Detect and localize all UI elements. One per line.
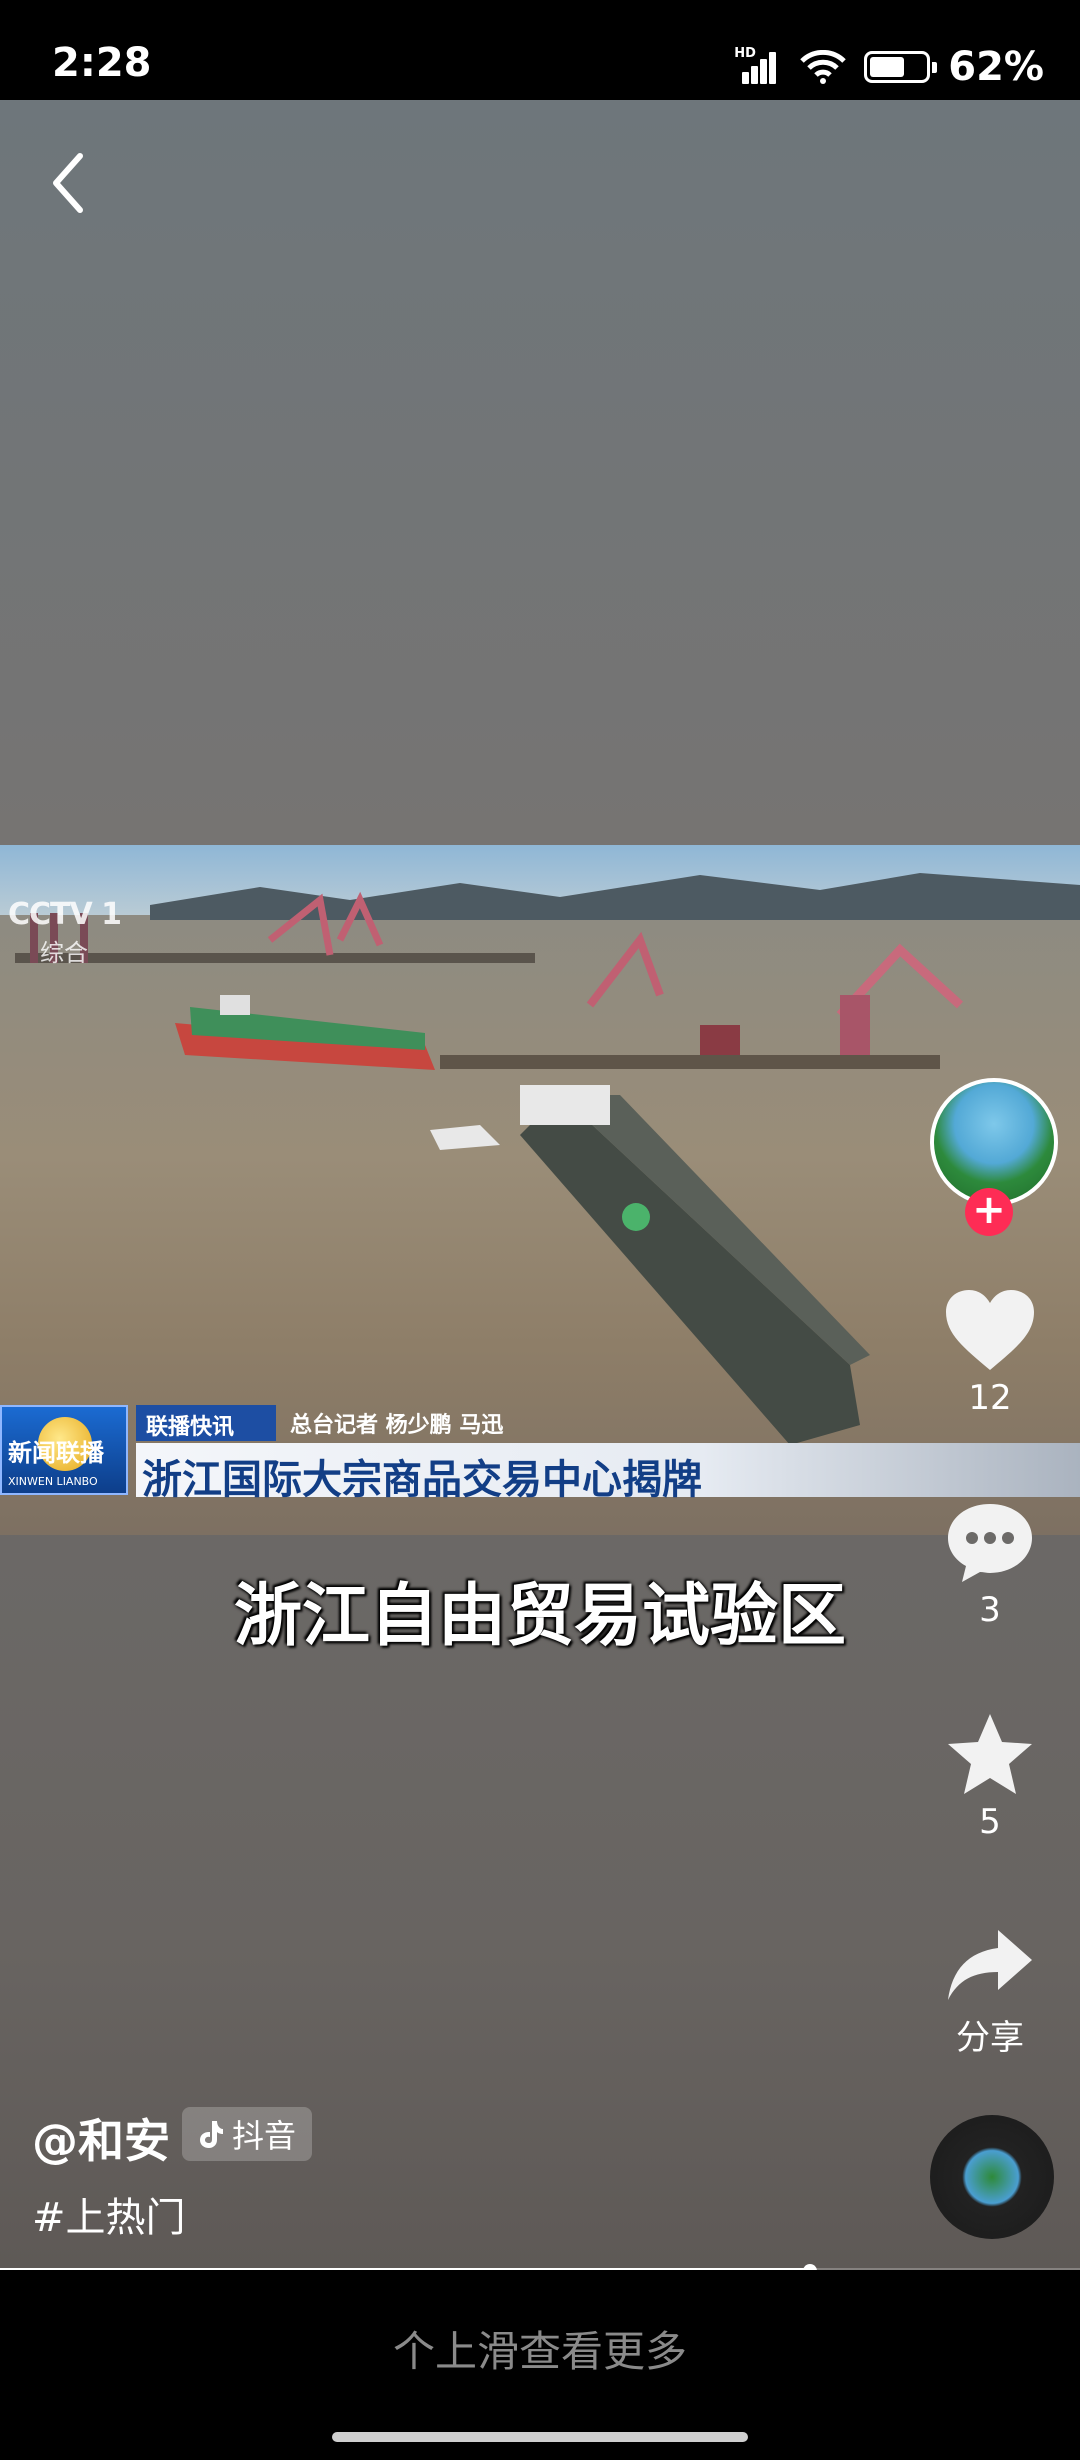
video-player[interactable]: CCTV 1 综合 新闻联播 XINWEN LIANBO 联播快讯 总台记者 杨… — [0, 100, 1080, 2270]
platform-badge-label: 抖音 — [232, 2117, 297, 2155]
favorite-button[interactable]: 5 — [930, 1712, 1050, 1842]
follow-button[interactable]: + — [965, 1188, 1013, 1236]
news-lower-third: 新闻联播 XINWEN LIANBO 联播快讯 总台记者 杨少鹏 马迅 浙江国际… — [0, 1405, 1080, 1505]
like-count: 12 — [968, 1378, 1012, 1418]
network-type-label: HD — [734, 46, 756, 61]
tiktok-note-icon — [200, 2121, 223, 2148]
music-disc-icon[interactable] — [930, 2115, 1054, 2239]
like-button[interactable]: 12 — [930, 1288, 1050, 1418]
hashtag[interactable]: #上热门 — [32, 2185, 186, 2243]
cctv-logo: CCTV 1 — [8, 897, 122, 932]
xinwen-lianbo-logo: 新闻联播 XINWEN LIANBO — [0, 1405, 128, 1495]
news-reporters: 总台记者 杨少鹏 马迅 — [290, 1413, 504, 1438]
swipe-up-hint[interactable]: 个上滑查看更多 — [0, 2318, 1080, 2379]
star-icon — [948, 1714, 1032, 1794]
status-icons: HD 62% — [734, 44, 1044, 90]
bottom-bar: 个上滑查看更多 — [0, 2270, 1080, 2460]
author-name[interactable]: @和安 — [32, 2105, 170, 2171]
cellular-signal-icon: HD — [734, 46, 782, 84]
share-button[interactable]: 分享 — [930, 1926, 1050, 2059]
program-logo-text: 新闻联播 — [8, 1439, 104, 1467]
status-time: 2:28 — [52, 40, 152, 86]
video-subtitle: 浙江自由贸易试验区 — [233, 1577, 846, 1656]
cctv-channel-sub: 综合 — [40, 939, 88, 967]
share-label: 分享 — [956, 2018, 1024, 2058]
program-logo-en: XINWEN LIANBO — [8, 1475, 98, 1488]
platform-badge[interactable]: 抖音 — [182, 2107, 313, 2161]
back-arrow-icon[interactable] — [44, 148, 94, 218]
wifi-icon — [800, 50, 846, 84]
status-bar: 2:28 HD 62% — [0, 0, 1080, 100]
home-indicator[interactable] — [332, 2432, 748, 2442]
battery-icon — [864, 51, 938, 83]
share-arrow-icon — [948, 1930, 1032, 2000]
battery-percent: 62% — [948, 44, 1044, 90]
favorite-count: 5 — [979, 1802, 1001, 1842]
news-video-frame: CCTV 1 综合 新闻联播 XINWEN LIANBO 联播快讯 总台记者 杨… — [0, 845, 1080, 1535]
comment-count: 3 — [979, 1590, 1001, 1630]
comment-button[interactable]: 3 — [930, 1500, 1050, 1630]
news-tag: 联播快讯 — [136, 1405, 276, 1441]
news-headline: 浙江国际大宗商品交易中心揭牌 — [142, 1457, 702, 1503]
comment-icon — [948, 1504, 1032, 1582]
heart-icon — [946, 1290, 1034, 1370]
